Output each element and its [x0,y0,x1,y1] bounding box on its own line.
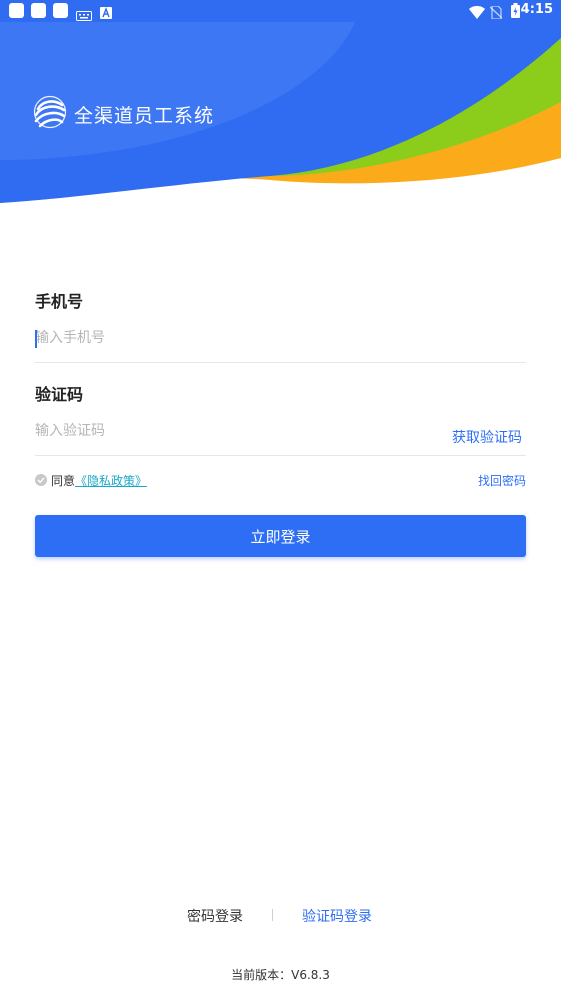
phone-field-row [35,314,526,363]
tab-code-login[interactable]: 验证码登录 [302,906,372,926]
privacy-policy-link[interactable]: 《隐私政策》 [75,472,147,489]
text-cursor [35,330,37,348]
brand: 全渠道员工系统 [33,95,214,133]
china-mobile-logo-icon [33,95,67,133]
agree-text: 同意 [51,473,76,488]
status-time: 4:15 [520,2,553,17]
phone-input[interactable] [35,326,415,350]
app-icon [100,4,112,23]
notification-icon [53,3,68,22]
forgot-password-link[interactable]: 找回密码 [478,472,526,489]
battery-icon [511,3,520,22]
check-icon [37,477,45,484]
get-code-button[interactable]: 获取验证码 [452,427,522,447]
wifi-icon [469,4,485,23]
tab-password-login[interactable]: 密码登录 [187,906,243,926]
brand-title: 全渠道员工系统 [74,104,215,127]
login-button[interactable]: 立即登录 [35,515,526,557]
notification-icon [9,3,24,22]
code-input[interactable] [35,419,415,443]
notification-icon [31,3,46,22]
no-sim-icon [489,4,503,23]
keyboard-icon [76,6,92,25]
tab-divider [272,909,273,921]
login-form: 手机号 验证码 获取验证码 [35,290,526,456]
code-label: 验证码 [35,385,84,404]
version-label: 当前版本：V6.8.3 [231,968,330,982]
status-bar: 4:15 [0,0,561,22]
agreement-row: 同意 《隐私政策》 找回密码 [35,470,526,490]
code-field-row: 获取验证码 [35,407,526,456]
phone-label: 手机号 [35,292,84,311]
agree-checkbox[interactable] [35,474,47,486]
login-mode-tabs: 密码登录 验证码登录 [0,904,561,926]
